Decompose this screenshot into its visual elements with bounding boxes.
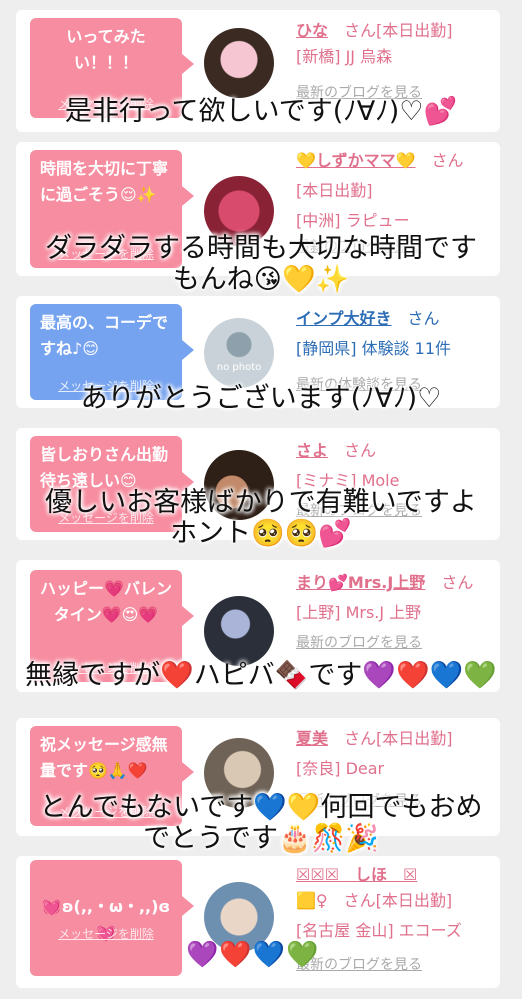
message-bubble: 💓ʚ(,,・ω・,,)ɞ💓 メッセージを削除 bbox=[30, 860, 194, 976]
user-status: [本日出勤] bbox=[296, 181, 373, 200]
user-reviews[interactable]: [静岡県] 体験談 11件 bbox=[296, 336, 490, 362]
message-text: いってみたい！！！ bbox=[66, 27, 146, 72]
user-name-link[interactable]: 💛しずかママ💛 bbox=[296, 151, 416, 170]
user-shop[interactable]: [名古屋 金山] エコーズ bbox=[296, 918, 490, 944]
message-text: 祝メッセージ感無量です🥺🙏❤️ bbox=[40, 735, 168, 780]
user-suffix: さん[本日出勤] bbox=[343, 891, 453, 910]
user-name-link[interactable]: 夏美 bbox=[296, 729, 328, 748]
overlay-caption: ありがとうございます(ﾉ∀ﾉ)♡ bbox=[80, 383, 442, 414]
overlay-hearts: 💜❤️💙💚 bbox=[186, 940, 320, 970]
user-suffix: さん bbox=[441, 573, 474, 592]
latest-blog-link[interactable]: 最新のブログを見る bbox=[296, 952, 490, 978]
overlay-caption: 是非行って欲しいです(ﾉ∀ﾉ)♡💕 bbox=[64, 96, 458, 127]
avatar[interactable] bbox=[204, 28, 274, 98]
avatar[interactable] bbox=[204, 596, 274, 666]
user-suffix: さん[本日出勤] bbox=[344, 729, 453, 748]
user-name-link[interactable]: さよ bbox=[296, 441, 328, 460]
message-text: 最高の、コーデですね♪😊 bbox=[40, 313, 169, 358]
user-suffix: さん bbox=[431, 151, 464, 170]
avatar-placeholder-text: no photo bbox=[216, 362, 262, 373]
user-name-link[interactable]: ☒☒☒ しほ ☒ bbox=[296, 865, 417, 884]
overlay-caption: 無縁ですが❤️ハピバ🍫です💜❤️💙💚 bbox=[25, 660, 497, 691]
user-name-link[interactable]: インプ大好き bbox=[296, 309, 392, 328]
delete-message-link[interactable]: メッセージを削除 bbox=[30, 926, 182, 942]
user-suffix: さん bbox=[407, 309, 440, 328]
user-name-link[interactable]: まり💕Mrs.J上野 bbox=[296, 573, 425, 592]
user-info: ☒☒☒ しほ ☒ 🟨♀ さん[本日出勤] [名古屋 金山] エコーズ 最新のブロ… bbox=[296, 862, 490, 978]
user-shop[interactable]: [上野] Mrs.J 上野 bbox=[296, 600, 490, 626]
user-info: ひな さん[本日出勤] [新橋] JJ 烏森 最新のブログを見る bbox=[296, 18, 490, 106]
user-suffix: さん bbox=[344, 441, 377, 460]
overlay-caption: ダラダラする時間も大切な時間です もんね😘💛✨ bbox=[45, 233, 477, 295]
user-info: まり💕Mrs.J上野 さん [上野] Mrs.J 上野 最新のブログを見る bbox=[296, 570, 490, 656]
user-shop[interactable]: [奈良] Dear bbox=[296, 756, 490, 782]
overlay-caption: とんでもないです💙💛何回でもおめ でとうです🎂🎊🎉 bbox=[39, 792, 483, 854]
message-text: ハッピー💗バレンタイン💗😍💗 bbox=[40, 579, 172, 624]
user-shop[interactable]: [新橋] JJ 烏森 bbox=[296, 44, 490, 70]
avatar-placeholder[interactable]: no photo bbox=[204, 318, 274, 388]
latest-blog-link[interactable]: 最新のブログを見る bbox=[296, 630, 490, 656]
user-name-link[interactable]: ひな bbox=[296, 21, 328, 40]
user-name-extra: 🟨♀ bbox=[296, 891, 328, 910]
overlay-caption: 優しいお客様ばかりで有難いですよ ホント🥺🥺💕 bbox=[45, 487, 477, 549]
user-shop[interactable]: [中洲] ラピュー bbox=[296, 208, 490, 234]
user-suffix: さん[本日出勤] bbox=[344, 21, 453, 40]
message-text: 時間を大切に丁寧に過ごそう😌✨ bbox=[40, 159, 169, 204]
